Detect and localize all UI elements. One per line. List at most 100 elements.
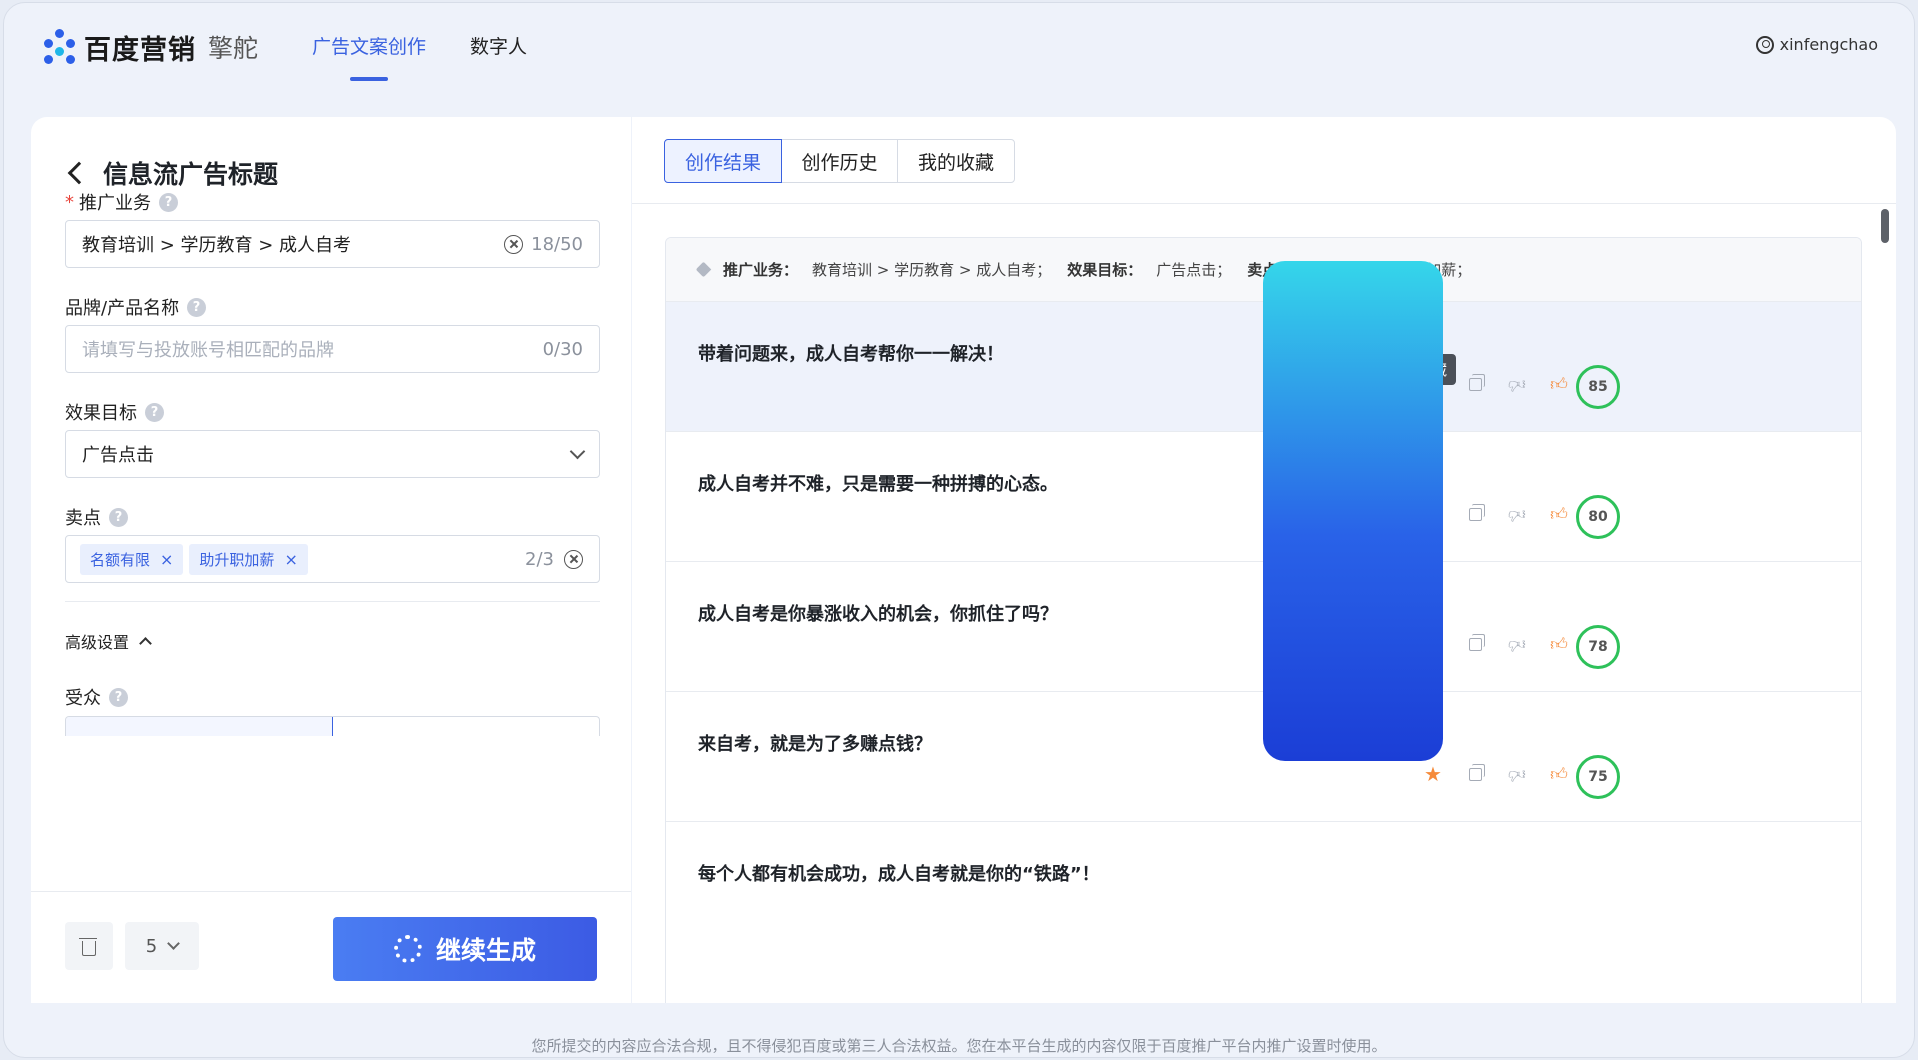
- thumbs-down-icon: 👍︎: [1508, 503, 1526, 524]
- copy-button[interactable]: [1465, 373, 1485, 394]
- generate-button[interactable]: 继续生成: [333, 917, 597, 981]
- result-tabs: 创作结果 创作历史 我的收藏: [664, 139, 1016, 183]
- result-actions: ☆ 👍︎ 👍︎: [1423, 373, 1591, 395]
- help-icon[interactable]: ?: [145, 402, 164, 422]
- business-input[interactable]: 教育培训 > 学历教育 > 成人自考 18/50: [65, 220, 600, 268]
- thumbs-up-icon: 👍︎: [1550, 764, 1568, 785]
- favorite-button[interactable]: ☆: [1423, 374, 1443, 394]
- result-row[interactable]: 成人自考是你暴涨收入的机会，你抓住了吗？ ★ 👍︎ 👍︎ 78: [666, 562, 1861, 692]
- result-text: 成人自考是你暴涨收入的机会，你抓住了吗？: [698, 604, 1058, 625]
- audience-option-selected[interactable]: [66, 717, 333, 736]
- thumbs-down-icon: 👍︎: [1508, 373, 1526, 394]
- result-actions: ★ 👍︎ 👍︎: [1423, 763, 1591, 785]
- clear-icon[interactable]: [504, 234, 524, 254]
- form-panel: 信息流广告标题 * 推广业务 ? 教育培训 > 学历教育 > 成人自考 18/5…: [31, 117, 631, 1003]
- dislike-button[interactable]: 👍︎: [1507, 764, 1527, 784]
- brand-placeholder: 请填写与投放账号相匹配的品牌: [82, 340, 334, 361]
- goal-select[interactable]: 广告点击: [65, 430, 600, 478]
- clear-icon[interactable]: [564, 549, 583, 569]
- copy-icon: [1468, 633, 1485, 651]
- score-ring: 85: [1576, 365, 1620, 409]
- selling-label: 卖点 ?: [65, 504, 128, 530]
- clear-form-button[interactable]: [65, 922, 113, 970]
- score-ring: 75: [1576, 755, 1620, 799]
- copy-icon: [1468, 763, 1485, 781]
- star-filled-icon: ★: [1424, 762, 1442, 786]
- help-icon[interactable]: ?: [109, 687, 128, 707]
- result-actions: ★ 👍︎ 👍︎: [1423, 633, 1591, 655]
- thumbs-up-icon: 👍︎: [1550, 374, 1568, 395]
- tab-favorites[interactable]: 我的收藏: [897, 139, 1016, 183]
- like-button[interactable]: 👍︎: [1549, 764, 1569, 785]
- thumbs-up-icon: 👍︎: [1550, 504, 1568, 525]
- result-row[interactable]: 成人自考并不难，只是需要一种拼搏的心态。 ★ 👍︎ 👍︎ 80: [666, 432, 1861, 562]
- copy-button[interactable]: [1465, 503, 1485, 524]
- advanced-toggle[interactable]: 高级设置: [65, 629, 152, 653]
- tab-results[interactable]: 创作结果: [664, 139, 783, 183]
- copy-button[interactable]: [1465, 763, 1485, 784]
- dislike-button[interactable]: 👍︎: [1507, 374, 1527, 394]
- baidu-logo-icon: [40, 27, 80, 67]
- goal-value: 广告点击: [82, 445, 154, 466]
- count-select[interactable]: 5: [125, 922, 199, 970]
- result-row[interactable]: 来自考，就是为了多赚点钱？ ★ 👍︎ 👍︎ 75: [666, 692, 1861, 822]
- star-filled-icon: ★: [1424, 632, 1442, 656]
- nav-ad-copy[interactable]: 广告文案创作: [312, 32, 426, 81]
- tag-close-icon[interactable]: ×: [284, 550, 297, 569]
- scrollbar-thumb[interactable]: [1881, 209, 1889, 243]
- chevron-up-icon: [139, 637, 152, 650]
- brand-input[interactable]: 请填写与投放账号相匹配的品牌 0/30: [65, 325, 600, 373]
- audience-options[interactable]: [65, 716, 600, 736]
- selling-tag: 名额有限 ×: [80, 543, 184, 575]
- user-icon: [1755, 35, 1774, 54]
- result-row[interactable]: 每个人都有机会成功，成人自考就是你的“铁路”！: [666, 822, 1861, 952]
- result-summary: 推广业务： 教育培训 > 学历教育 > 成人自考； 效果目标： 广告点击； 卖点…: [666, 238, 1861, 302]
- chevron-down-icon: [167, 936, 181, 950]
- selling-input[interactable]: 名额有限 × 助升职加薪 × 2/3: [65, 535, 600, 583]
- favorite-button[interactable]: ★: [1423, 634, 1443, 654]
- score-ring: 80: [1576, 495, 1620, 539]
- nav-digital-human[interactable]: 数字人: [470, 32, 527, 81]
- result-text: 成人自考并不难，只是需要一种拼搏的心态。: [698, 474, 1058, 495]
- result-text: 带着问题来，成人自考帮你一一解决！: [698, 344, 1004, 365]
- like-button[interactable]: 👍︎: [1549, 634, 1569, 655]
- dislike-button[interactable]: 👍︎: [1507, 504, 1527, 524]
- selling-count: 2/3: [525, 548, 554, 570]
- panel-title: 信息流广告标题: [65, 155, 278, 191]
- star-outline-icon: ☆: [1424, 372, 1442, 396]
- copy-button[interactable]: [1465, 633, 1485, 654]
- main-nav: 广告文案创作 数字人: [312, 32, 571, 81]
- help-icon[interactable]: ?: [109, 507, 128, 527]
- user-menu[interactable]: xinfengchao: [1755, 35, 1878, 54]
- scrollbar[interactable]: [1880, 209, 1890, 999]
- chevron-down-icon: [569, 443, 586, 459]
- back-arrow-icon[interactable]: [67, 161, 91, 185]
- result-list: 推广业务： 教育培训 > 学历教育 > 成人自考； 效果目标： 广告点击； 卖点…: [665, 237, 1862, 1003]
- selling-tags: 名额有限 × 助升职加薪 ×: [80, 543, 525, 575]
- like-button[interactable]: 👍︎: [1549, 374, 1569, 395]
- tag-close-icon[interactable]: ×: [160, 550, 173, 569]
- user-name: xinfengchao: [1779, 35, 1878, 54]
- results-panel: 创作结果 创作历史 我的收藏 推广业务： 教育培训 > 学历教育 > 成人自考；…: [632, 117, 1896, 1003]
- result-actions: ★ 👍︎ 👍︎: [1423, 503, 1591, 525]
- favorite-button[interactable]: ★: [1423, 764, 1443, 784]
- top-bar: 百度营销 擎舵 广告文案创作 数字人 xinfengchao: [4, 3, 1914, 113]
- result-text: 来自考，就是为了多赚点钱？: [698, 734, 932, 755]
- dislike-button[interactable]: 👍︎: [1507, 634, 1527, 654]
- business-label: * 推广业务 ?: [65, 189, 178, 215]
- favorite-button[interactable]: ★: [1423, 504, 1443, 524]
- like-button[interactable]: 👍︎: [1549, 504, 1569, 525]
- audience-label: 受众 ?: [65, 684, 128, 710]
- help-icon[interactable]: ?: [187, 297, 207, 317]
- tab-history[interactable]: 创作历史: [780, 139, 899, 183]
- app-window: 百度营销 擎舵 广告文案创作 数字人 xinfengchao 信息流广告标题 *…: [3, 2, 1915, 1058]
- result-row[interactable]: 带着问题来，成人自考帮你一一解决！ 收藏 ☆ 👍︎ 👍︎ 85: [666, 302, 1861, 432]
- brand-logo[interactable]: 百度营销 擎舵: [40, 27, 258, 67]
- divider: [65, 601, 600, 602]
- required-mark: *: [65, 191, 74, 213]
- business-count: 18/50: [531, 233, 583, 255]
- help-icon[interactable]: ?: [159, 192, 178, 212]
- product-name: 擎舵: [208, 34, 259, 63]
- selling-tag: 助升职加薪 ×: [189, 543, 308, 575]
- generate-icon: [393, 935, 422, 963]
